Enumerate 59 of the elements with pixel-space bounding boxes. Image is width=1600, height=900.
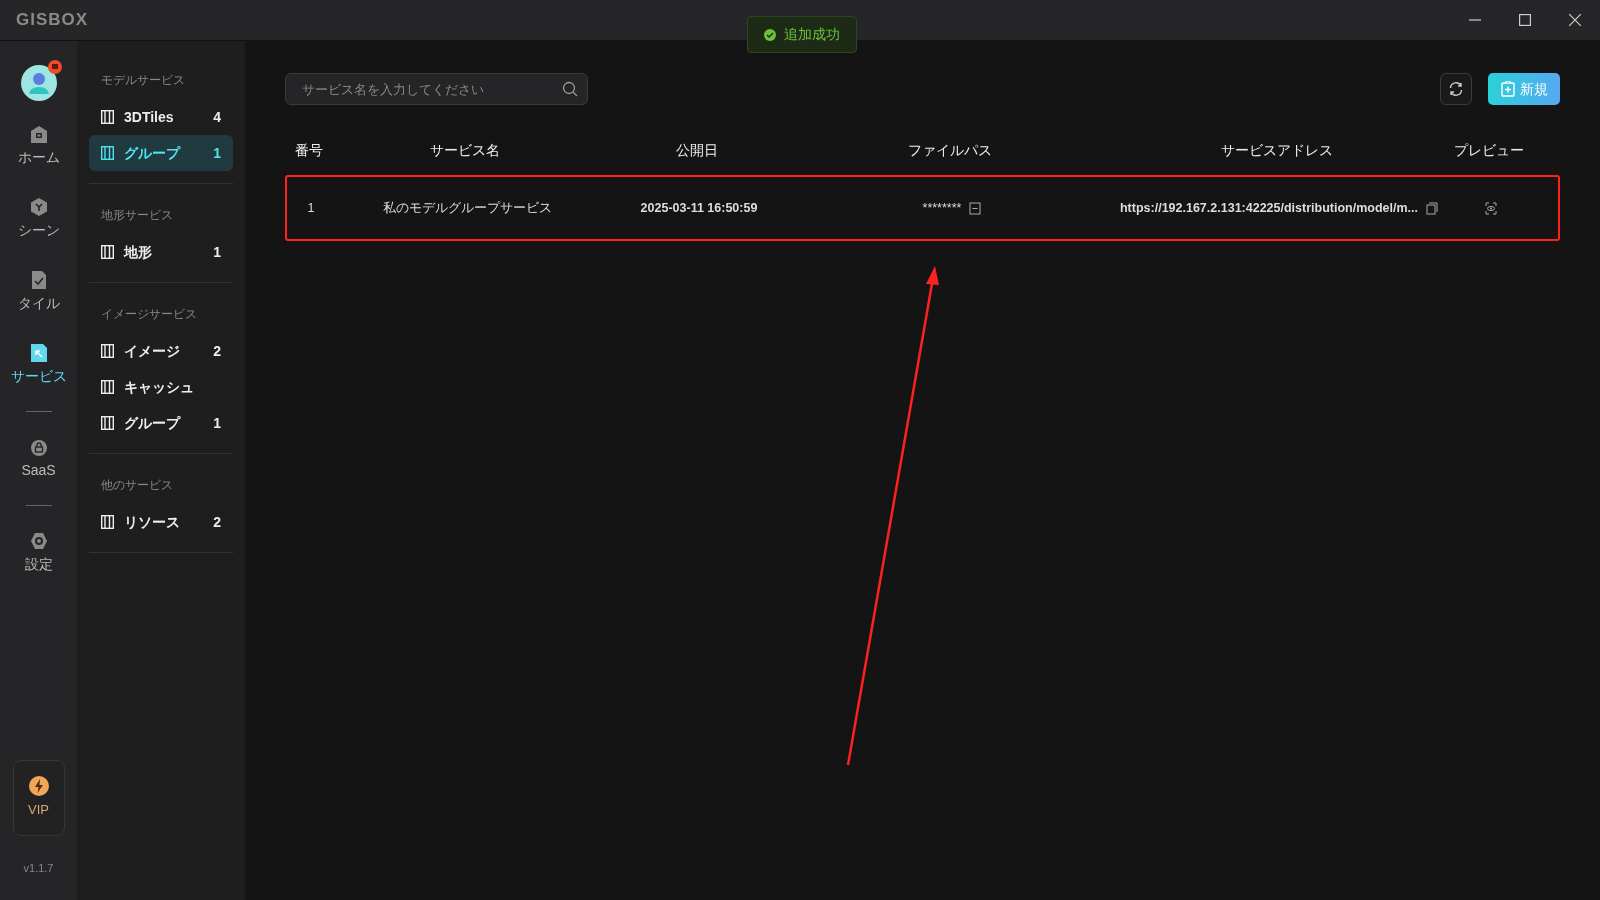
- nav-item[interactable]: タイル: [0, 271, 77, 314]
- service-icon: [101, 110, 114, 124]
- toast-message: 追加成功: [784, 25, 840, 44]
- table-cell-text: 2025-03-11 16:50:59: [639, 199, 759, 217]
- preview-icon[interactable]: [1484, 201, 1497, 215]
- service-icon: [101, 146, 114, 160]
- document-check-icon: [29, 271, 48, 289]
- version-label: v1.1.7: [23, 860, 54, 876]
- nav-item[interactable]: サービス: [0, 344, 77, 387]
- lock-icon: [29, 438, 48, 456]
- search-icon: [562, 81, 578, 97]
- sidebar-item[interactable]: 地形 1: [89, 234, 233, 270]
- nav-item[interactable]: 設定: [0, 532, 77, 575]
- sidebar-item[interactable]: キャッシュ: [89, 369, 233, 405]
- service-icon: [101, 344, 114, 358]
- column-header: 公開日: [675, 140, 719, 160]
- house-icon: [29, 125, 48, 143]
- service-icon: [101, 515, 114, 529]
- service-icon: [101, 416, 114, 430]
- service-icon: [101, 245, 114, 259]
- close-icon: [1569, 14, 1581, 26]
- copy-icon[interactable]: [1426, 201, 1438, 215]
- settings-icon: [29, 532, 48, 550]
- table-cell-text: ********: [922, 199, 962, 217]
- refresh-icon: [1448, 81, 1464, 97]
- column-header: 番号: [294, 140, 324, 160]
- add-icon: [1500, 81, 1516, 97]
- vip-button[interactable]: VIP: [12, 759, 65, 836]
- column-header: ファイルパス: [907, 140, 993, 160]
- maximize-icon: [1519, 14, 1531, 26]
- section-title: 他のサービス: [100, 477, 174, 494]
- section-title: 地形サービス: [100, 207, 174, 224]
- nav-item[interactable]: ホーム: [0, 125, 77, 168]
- column-header: サービス名: [429, 140, 501, 160]
- sidebar-item[interactable]: イメージ 2: [89, 333, 233, 369]
- section-title: モデルサービス: [100, 72, 186, 89]
- cube-icon: [29, 198, 48, 216]
- table-cell-text: 1: [306, 199, 316, 217]
- column-header: プレビュー: [1452, 140, 1525, 160]
- arrow-page-icon: [29, 344, 48, 362]
- search-field[interactable]: サービス名を入力してください: [285, 73, 588, 105]
- refresh-button[interactable]: [1440, 73, 1472, 105]
- sidebar-item[interactable]: リソース 2: [89, 504, 233, 540]
- service-icon: [101, 380, 114, 394]
- document-icon[interactable]: [969, 201, 982, 215]
- table-cell-text: https://192.167.2.131:42225/distribution/model/m...: [1120, 199, 1418, 217]
- column-header: サービスアドレス: [1220, 140, 1334, 160]
- app-logo: GISBOX: [16, 9, 89, 32]
- check-circle-icon: [764, 28, 776, 41]
- lightning-icon: [28, 775, 49, 796]
- section-title: イメージサービス: [100, 306, 198, 323]
- sidebar-item[interactable]: グループ 1: [89, 135, 233, 171]
- nav-item[interactable]: シーン: [0, 198, 77, 241]
- sidebar-item[interactable]: 3DTiles 4: [89, 99, 233, 135]
- nav-item[interactable]: SaaS: [0, 438, 77, 481]
- table-cell-text: 私のモデルグループサービス: [381, 199, 553, 217]
- notification-badge[interactable]: [47, 60, 62, 74]
- sidebar-item[interactable]: グループ 1: [89, 405, 233, 441]
- avatar-icon[interactable]: [20, 65, 57, 101]
